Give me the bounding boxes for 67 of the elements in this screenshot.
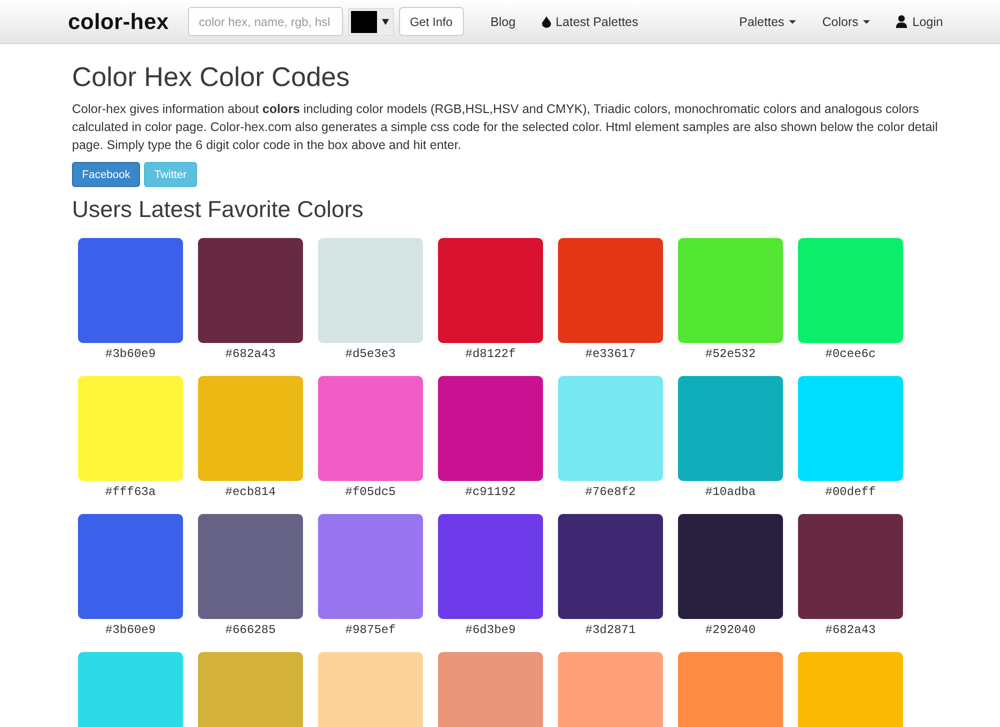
color-swatch[interactable]: [678, 376, 783, 481]
get-info-button[interactable]: Get Info: [398, 7, 464, 36]
color-swatch[interactable]: [558, 652, 663, 727]
hex-code: #ecb814: [225, 484, 276, 500]
hex-code: #0cee6c: [825, 346, 876, 362]
color-swatch[interactable]: [318, 376, 423, 481]
hex-code: #c91192: [465, 484, 516, 500]
color-picker[interactable]: [348, 8, 394, 36]
dropdown-menu-link[interactable]: Palettes: [726, 14, 810, 28]
color-swatch[interactable]: [78, 514, 183, 619]
color-swatch[interactable]: [318, 514, 423, 619]
color-swatch[interactable]: [198, 652, 303, 727]
color-swatch[interactable]: [798, 376, 903, 481]
hex-code: #682a43: [225, 346, 276, 362]
hex-code: #3b60e9: [105, 622, 156, 638]
hex-code: #f05dc5: [345, 484, 396, 500]
nav-link[interactable]: Blog: [478, 14, 529, 28]
search-field[interactable]: color hex, name, rgb, hsl: [188, 7, 343, 36]
caret-icon: [382, 18, 389, 24]
color-swatch[interactable]: [678, 652, 783, 727]
color-swatch[interactable]: [438, 238, 543, 343]
person-icon: [896, 15, 908, 28]
color-swatch[interactable]: [438, 376, 543, 481]
hex-code: #6d3be9: [465, 622, 516, 638]
dropdown-menu-link[interactable]: Colors: [809, 14, 884, 28]
color-swatch[interactable]: [558, 376, 663, 481]
hex-code: #3b60e9: [105, 346, 156, 362]
caret-icon: [863, 20, 870, 24]
caret-icon: [789, 20, 796, 24]
hex-code: #d5e3e3: [345, 346, 396, 362]
color-swatch[interactable]: [438, 652, 543, 727]
hex-code: #52e532: [705, 346, 756, 362]
color-swatch[interactable]: [558, 238, 663, 343]
color-swatch[interactable]: [198, 514, 303, 619]
hex-code: #666285: [225, 622, 276, 638]
hex-code: #292040: [705, 622, 756, 638]
hex-code: #e33617: [585, 346, 636, 362]
color-swatch[interactable]: [798, 514, 903, 619]
color-swatch[interactable]: [78, 652, 183, 727]
color-swatch[interactable]: [318, 238, 423, 343]
droplet-icon: [542, 16, 551, 28]
hex-code: #fff63a: [105, 484, 156, 500]
color-swatch[interactable]: [78, 238, 183, 343]
hex-code: #3d2871: [585, 622, 636, 638]
nav-link[interactable]: Latest Palettes: [528, 14, 652, 28]
hex-code: #d8122f: [465, 346, 516, 362]
color-swatch[interactable]: [798, 238, 903, 343]
color-swatch[interactable]: [318, 652, 423, 727]
facebook-share-button[interactable]: Facebook: [72, 162, 140, 187]
color-swatch[interactable]: [198, 376, 303, 481]
section-title: Users Latest Favorite Colors: [72, 196, 364, 222]
color-swatch[interactable]: [798, 652, 903, 727]
hex-code: #00deff: [825, 484, 876, 500]
color-swatch[interactable]: [678, 238, 783, 343]
hex-code: #76e8f2: [585, 484, 636, 500]
color-swatch[interactable]: [78, 376, 183, 481]
color-swatch[interactable]: [198, 238, 303, 343]
color-swatch[interactable]: [558, 514, 663, 619]
page-title: Color Hex Color Codes: [72, 62, 351, 92]
hex-code: #10adba: [705, 484, 756, 500]
color-swatch[interactable]: [438, 514, 543, 619]
site-logo[interactable]: color-hex: [68, 8, 169, 34]
color-swatch[interactable]: [678, 514, 783, 619]
intro-paragraph: Color-hex gives information about colors including color models (RGB,HSL,HSV and CMYK), Triadic colors, monochromatic colors and analogous colors calculated in color page. Color-hex.com also generates a simple css code for the selected color. Html element samples are also shown below the color detail page. Simply type the 6 digit color code in the box above and hit enter.: [72, 101, 939, 154]
hex-code: #682a43: [825, 622, 876, 638]
nav-link[interactable]: Login: [883, 14, 956, 28]
hex-code: #9875ef: [345, 622, 396, 638]
